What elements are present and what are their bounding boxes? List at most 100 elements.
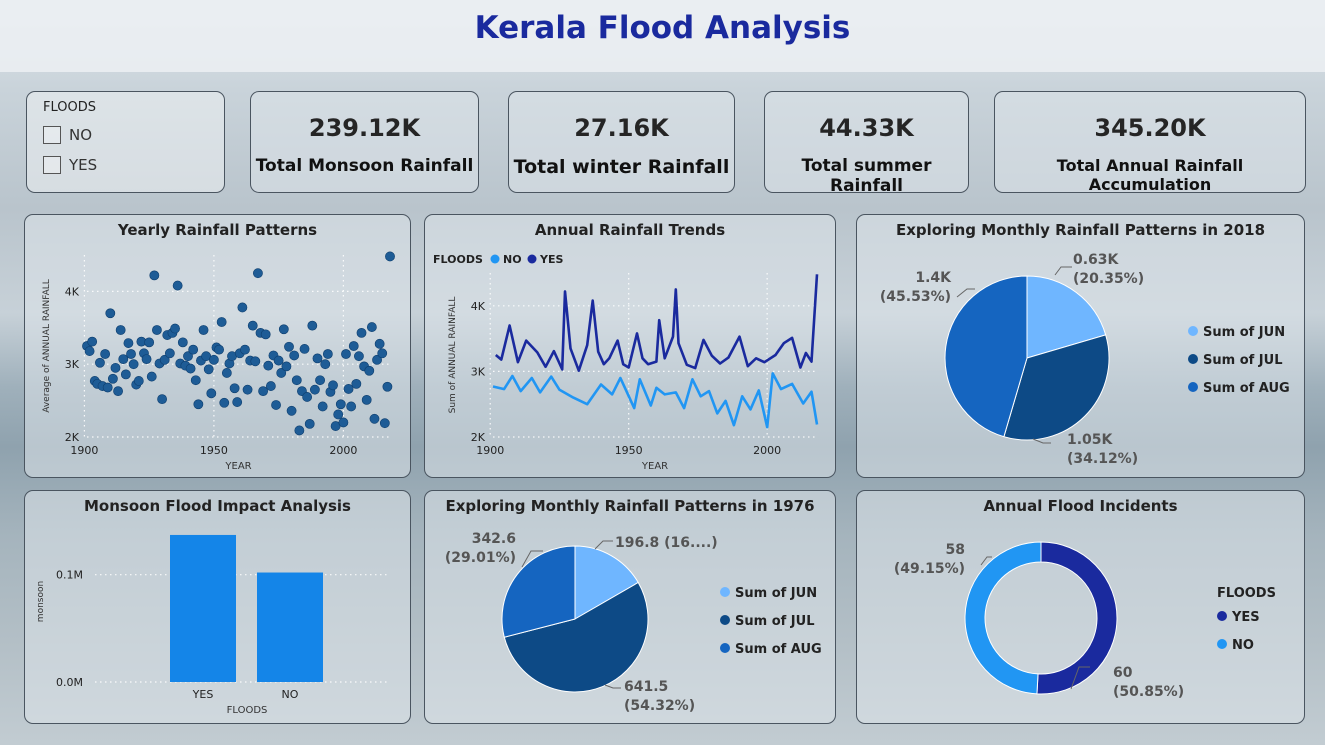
scatter-point [242, 384, 253, 395]
panel-annual-trends[interactable]: Annual Rainfall Trends 2K 3K 4K 1900 1950 200… [424, 214, 836, 478]
scatter-point [348, 341, 359, 351]
donut-chart[interactable]: 60 (50.85%) 58 (49.15%) FLOODS YES NO [857, 491, 1304, 723]
scatter-point [273, 355, 284, 366]
checkbox-yes-label[interactable]: YES [69, 156, 97, 174]
kpi-card-annual: 345.20K Total Annual Rainfall Accumulati… [994, 91, 1306, 194]
scatter-point [240, 344, 250, 355]
floods-slicer: FLOODS NO YES [26, 91, 225, 193]
pie-chart[interactable]: 0.63K (20.35%) 1.05K (34.12%) 1.4K (45.53%) Su… [857, 215, 1304, 477]
panel-yearly-rainfall[interactable]: Yearly Rainfall Patterns 2K 3K 4K 1900 1950 2… [24, 214, 411, 478]
scatter-point [278, 324, 289, 335]
legend-marker [1188, 326, 1198, 336]
checkbox-no[interactable] [43, 126, 61, 144]
y-axis-label: Sum of ANNUAL RAINFALL [448, 297, 458, 414]
kpi-value: 44.33K [819, 114, 914, 142]
scatter-point [302, 392, 313, 402]
x-tick-label: 1950 [615, 444, 643, 457]
y-axis-label: monsoon [36, 581, 46, 622]
scatter-point [105, 308, 116, 319]
panel-monthly-2018[interactable]: Exploring Monthly Rainfall Patterns in 2… [856, 214, 1305, 478]
legend-marker [720, 587, 730, 597]
scatter-point [188, 344, 199, 355]
x-tick-label: YES [192, 688, 214, 701]
y-tick-label: 0.1M [56, 569, 83, 582]
scatter-point [177, 337, 188, 348]
scatter-point [366, 322, 377, 332]
scatter-point [263, 360, 274, 371]
legend-marker [1217, 611, 1227, 621]
scatter-point [152, 325, 162, 335]
pie-chart[interactable]: 196.8 (16....) 641.5 (54.32%) 342.6 (29.01%)… [425, 491, 835, 723]
data-label: (34.12%) [1067, 451, 1138, 467]
scatter-point [250, 356, 261, 367]
data-label: (45.53%) [880, 289, 951, 305]
scatter-point [149, 270, 160, 281]
y-tick-label: 3K [471, 365, 486, 378]
scatter-point [247, 320, 258, 331]
kpi-card-monsoon: 239.12K Total Monsoon Rainfall [250, 91, 479, 193]
panel-monsoon-impact[interactable]: Monsoon Flood Impact Analysis 0.0M 0.1M YE… [24, 490, 411, 724]
scatter-point [203, 364, 214, 375]
legend-title: FLOODS [1217, 586, 1276, 601]
scatter-point [361, 394, 372, 405]
data-label: (29.01%) [445, 550, 516, 566]
scatter-point [141, 354, 152, 365]
y-tick-label: 4K [471, 300, 486, 313]
scatter-point [157, 394, 168, 405]
x-tick-label: 1900 [70, 444, 98, 457]
kpi-label: Total summer Rainfall [801, 156, 932, 196]
y-tick-label: 2K [471, 431, 486, 444]
scatter-point [221, 368, 232, 378]
data-label: 342.6 [472, 531, 516, 547]
scatter-point [309, 384, 320, 395]
scatter-point [115, 325, 126, 335]
legend-marker [1217, 639, 1227, 649]
panel-monthly-1976[interactable]: Exploring Monthly Rainfall Patterns in 1… [424, 490, 836, 724]
scatter-point [341, 349, 351, 359]
checkbox-no-label[interactable]: NO [69, 126, 92, 144]
kpi-card-summer: 44.33K Total summer Rainfall [764, 91, 969, 196]
data-label: 196.8 (16....) [615, 535, 718, 551]
scatter-point [364, 365, 375, 376]
scatter-chart[interactable]: 2K 3K 4K 1900 1950 2000 YEAR Average of ANNUAL … [25, 215, 410, 477]
legend-marker [1188, 354, 1198, 364]
legend-label-yes: YES [539, 253, 563, 266]
scatter-point [351, 378, 362, 389]
scatter-point [87, 336, 98, 347]
leader-line [956, 288, 975, 298]
scatter-point [328, 380, 338, 391]
panel-flood-incidents[interactable]: Annual Flood Incidents 60 (50.85%) 58 (49.1… [856, 490, 1305, 724]
x-tick-label: 2000 [329, 444, 357, 457]
scatter-point [133, 376, 144, 386]
scatter-point [146, 371, 157, 382]
scatter-point [144, 337, 155, 348]
data-label: (20.35%) [1073, 271, 1144, 287]
x-axis-label: YEAR [224, 461, 251, 472]
kpi-label: Total Annual Rainfall Accumulation [1056, 156, 1244, 194]
checkbox-yes[interactable] [43, 156, 61, 174]
x-tick-label: NO [282, 688, 299, 701]
scatter-point [216, 317, 227, 327]
scatter-point [356, 327, 367, 338]
scatter-point [322, 349, 333, 359]
legend-label-no: NO [503, 253, 522, 266]
legend-marker-no [490, 254, 500, 264]
scatter-point [281, 361, 292, 372]
scatter-point [172, 280, 183, 291]
scatter-point [258, 386, 269, 397]
legend-marker [720, 643, 730, 653]
data-label: (50.85%) [1113, 684, 1184, 700]
bar-no [257, 572, 323, 682]
scatter-point [164, 348, 175, 359]
scatter-point [291, 375, 302, 386]
scatter-point [110, 362, 121, 373]
y-tick-label: 2K [65, 431, 80, 444]
scatter-point [170, 323, 180, 334]
bar-chart[interactable]: 0.0M 0.1M YES NO FLOODS monsoon [25, 491, 410, 723]
slicer-header: FLOODS [43, 100, 96, 115]
leader-line [604, 684, 621, 689]
line-chart[interactable]: 2K 3K 4K 1900 1950 2000 YEAR Sum of ANNUAL RAIN… [425, 215, 835, 477]
data-label: (54.32%) [624, 698, 695, 714]
kpi-label: Total Monsoon Rainfall [255, 156, 474, 176]
legend-marker-yes [527, 254, 537, 264]
